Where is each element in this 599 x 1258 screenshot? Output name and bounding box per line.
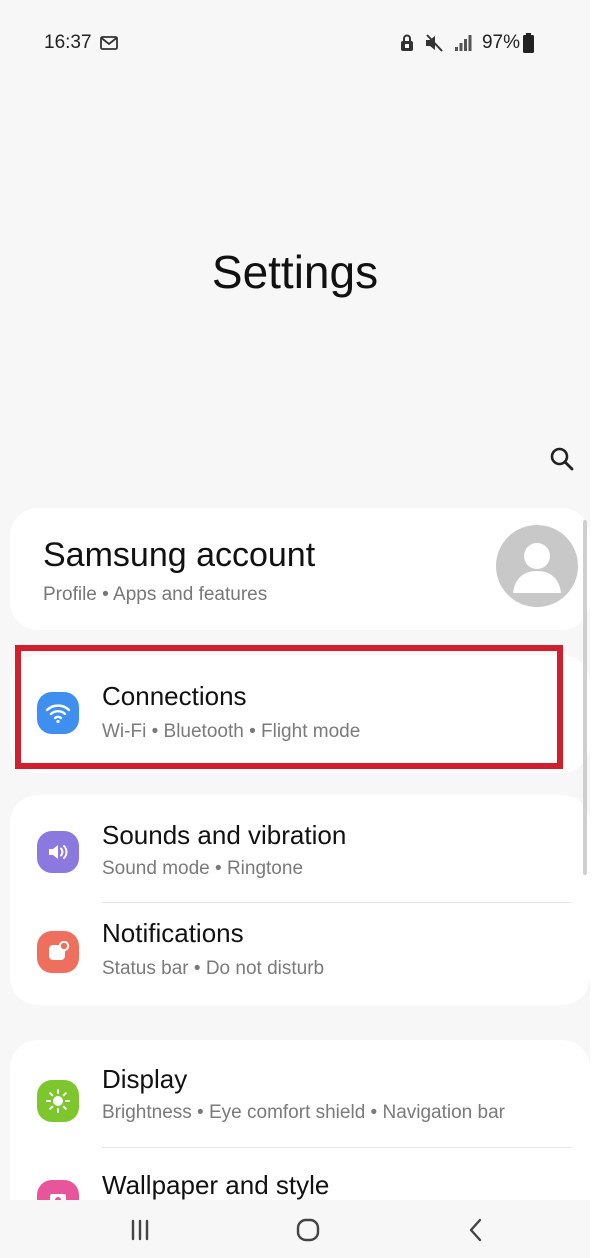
account-subtitle: Profile • Apps and features (43, 584, 268, 605)
item-title: Notifications (102, 918, 244, 948)
clock: 16:37 (44, 32, 92, 53)
battery-icon (523, 33, 534, 53)
connections-card: Connections Wi-Fi • Bluetooth • Flight m… (10, 655, 590, 773)
samsung-account-card[interactable]: Samsung account Profile • Apps and featu… (10, 508, 590, 630)
avatar-icon[interactable] (496, 525, 578, 607)
settings-item-display[interactable]: Display Brightness • Eye comfort shield … (10, 1050, 590, 1146)
status-right: 97% (400, 32, 534, 54)
mute-icon (424, 34, 444, 52)
scrollbar[interactable] (583, 520, 587, 875)
search-icon (549, 446, 575, 477)
navigation-bar (0, 1200, 590, 1258)
account-title: Samsung account (43, 536, 316, 574)
item-subtitle: Brightness • Eye comfort shield • Naviga… (102, 1102, 505, 1123)
battery-percent: 97% (481, 32, 520, 53)
wifi-icon (37, 692, 79, 734)
item-subtitle: Status bar • Do not disturb (102, 958, 325, 979)
item-title: Display (102, 1064, 188, 1094)
settings-item-notifications[interactable]: Notifications Status bar • Do not distur… (10, 903, 590, 999)
back-button[interactable] (456, 1214, 496, 1250)
status-bar: 16:37 97% (44, 28, 534, 58)
back-icon (464, 1217, 488, 1248)
item-title: Wallpaper and style (102, 1170, 330, 1200)
search-button[interactable] (546, 445, 578, 477)
home-button[interactable] (288, 1214, 328, 1250)
brightness-icon (37, 1080, 79, 1122)
item-subtitle: Wi-Fi • Bluetooth • Flight mode (102, 721, 361, 742)
signal-icon (454, 34, 472, 52)
gmail-icon (99, 36, 118, 50)
recent-apps-icon (127, 1218, 153, 1247)
settings-item-connections[interactable]: Connections Wi-Fi • Bluetooth • Flight m… (10, 666, 590, 762)
settings-item-sounds[interactable]: Sounds and vibration Sound mode • Ringto… (10, 805, 590, 901)
item-subtitle: Sound mode • Ringtone (102, 858, 304, 879)
page-title: Settings (211, 246, 379, 298)
status-left: 16:37 (44, 32, 118, 54)
battery-group: 97% (482, 32, 534, 54)
home-icon (294, 1216, 322, 1249)
lock-icon (400, 34, 414, 52)
volume-icon (37, 831, 79, 873)
settings-screen: 16:37 97% Settings Samsung account Profi… (0, 0, 590, 1258)
sounds-notifications-card: Sounds and vibration Sound mode • Ringto… (10, 795, 590, 1005)
recent-apps-button[interactable] (120, 1214, 160, 1250)
notification-icon (37, 931, 79, 973)
item-title: Sounds and vibration (102, 820, 347, 850)
item-title: Connections (102, 681, 247, 711)
